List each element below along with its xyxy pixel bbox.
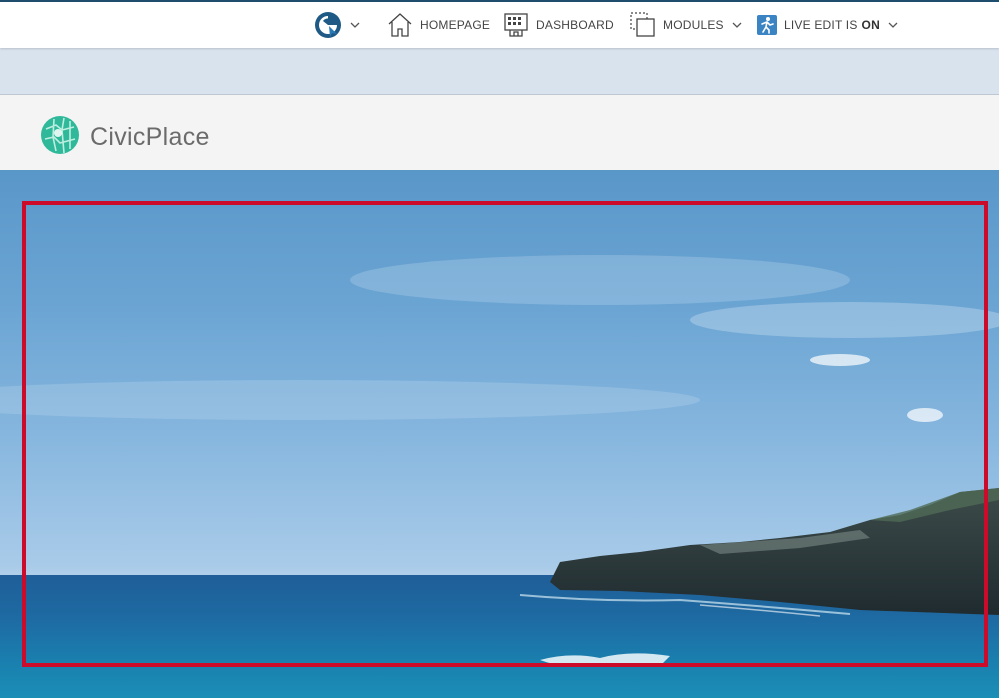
hero-banner <box>0 170 999 698</box>
secondary-toolbar <box>0 48 999 95</box>
site-logo[interactable]: CivicPlace <box>40 115 210 160</box>
civicplus-logo-icon <box>314 11 342 39</box>
admin-toolbar: HOMEPAGE DASHBOARD MODULES LIVE EDIT IS … <box>0 0 999 48</box>
live-edit-toggle[interactable]: LIVE EDIT IS ON <box>757 2 898 48</box>
globe-map-icon <box>40 115 80 160</box>
chevron-down-icon <box>350 22 360 28</box>
cms-logo-menu[interactable] <box>314 2 360 48</box>
live-edit-state: ON <box>861 18 880 32</box>
live-edit-label: LIVE EDIT IS <box>784 18 858 32</box>
modules-icon <box>630 12 656 38</box>
homepage-label: HOMEPAGE <box>420 18 491 32</box>
modules-label: MODULES <box>663 18 724 32</box>
chevron-down-icon <box>888 22 898 28</box>
home-icon <box>387 12 413 38</box>
site-brand-name: CivicPlace <box>90 123 210 151</box>
dashboard-label: DASHBOARD <box>536 18 614 32</box>
live-edit-icon <box>757 15 777 35</box>
selection-highlight <box>22 201 988 667</box>
homepage-link[interactable]: HOMEPAGE <box>387 2 490 48</box>
chevron-down-icon <box>732 22 742 28</box>
modules-menu[interactable]: MODULES <box>630 2 742 48</box>
dashboard-link[interactable]: DASHBOARD <box>503 2 614 48</box>
site-header: CivicPlace <box>0 95 999 170</box>
dashboard-icon <box>503 12 529 38</box>
